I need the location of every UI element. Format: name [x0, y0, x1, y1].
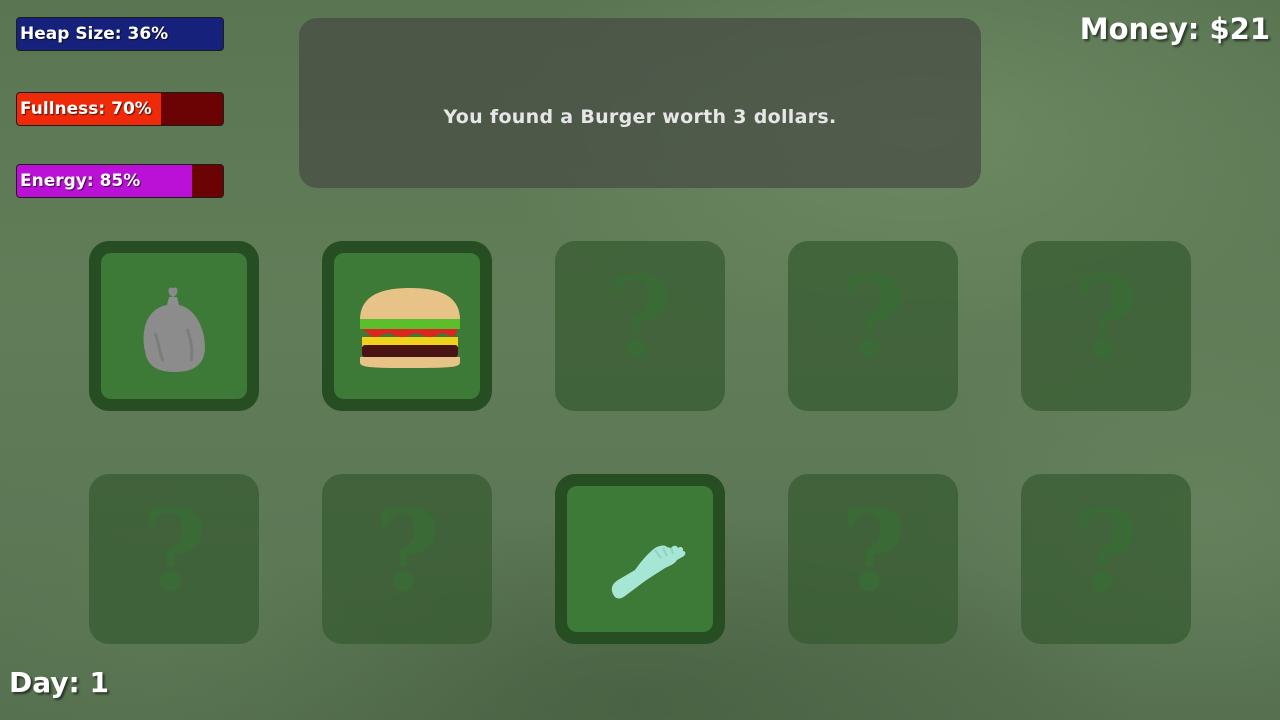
card-question-mark: ? — [141, 486, 207, 617]
card-7[interactable]: ? — [322, 474, 492, 644]
card-question-mark: ? — [607, 253, 673, 384]
card-8[interactable] — [555, 474, 725, 644]
card-9[interactable]: ? — [788, 474, 958, 644]
money-counter: Money: $21 — [1079, 12, 1270, 46]
card-2[interactable] — [322, 241, 492, 411]
card-question-mark: ? — [374, 486, 440, 617]
fullness-bar: Fullness: 70% — [16, 92, 224, 126]
card-question-mark: ? — [840, 486, 906, 617]
heap-size-label: Heap Size: 36% — [20, 24, 169, 44]
message-text: You found a Burger worth 3 dollars. — [443, 106, 837, 128]
card-3[interactable]: ? — [555, 241, 725, 411]
glove-icon — [611, 545, 686, 599]
day-counter: Day: 1 — [9, 666, 109, 699]
card-1[interactable] — [89, 241, 259, 411]
trash-bag-icon — [143, 287, 205, 372]
card-4[interactable]: ? — [788, 241, 958, 411]
energy-label: Energy: 85% — [20, 171, 141, 191]
card-question-mark: ? — [1073, 486, 1139, 617]
heap-size-bar: Heap Size: 36% — [16, 17, 224, 51]
card-question-mark: ? — [1073, 253, 1139, 384]
energy-bar: Energy: 85% — [16, 164, 224, 198]
burger-icon — [360, 288, 460, 368]
card-question-mark: ? — [840, 253, 906, 384]
fullness-label: Fullness: 70% — [20, 99, 152, 119]
card-6[interactable]: ? — [89, 474, 259, 644]
card-10[interactable]: ? — [1021, 474, 1191, 644]
card-5[interactable]: ? — [1021, 241, 1191, 411]
message-panel: You found a Burger worth 3 dollars. — [299, 18, 981, 188]
